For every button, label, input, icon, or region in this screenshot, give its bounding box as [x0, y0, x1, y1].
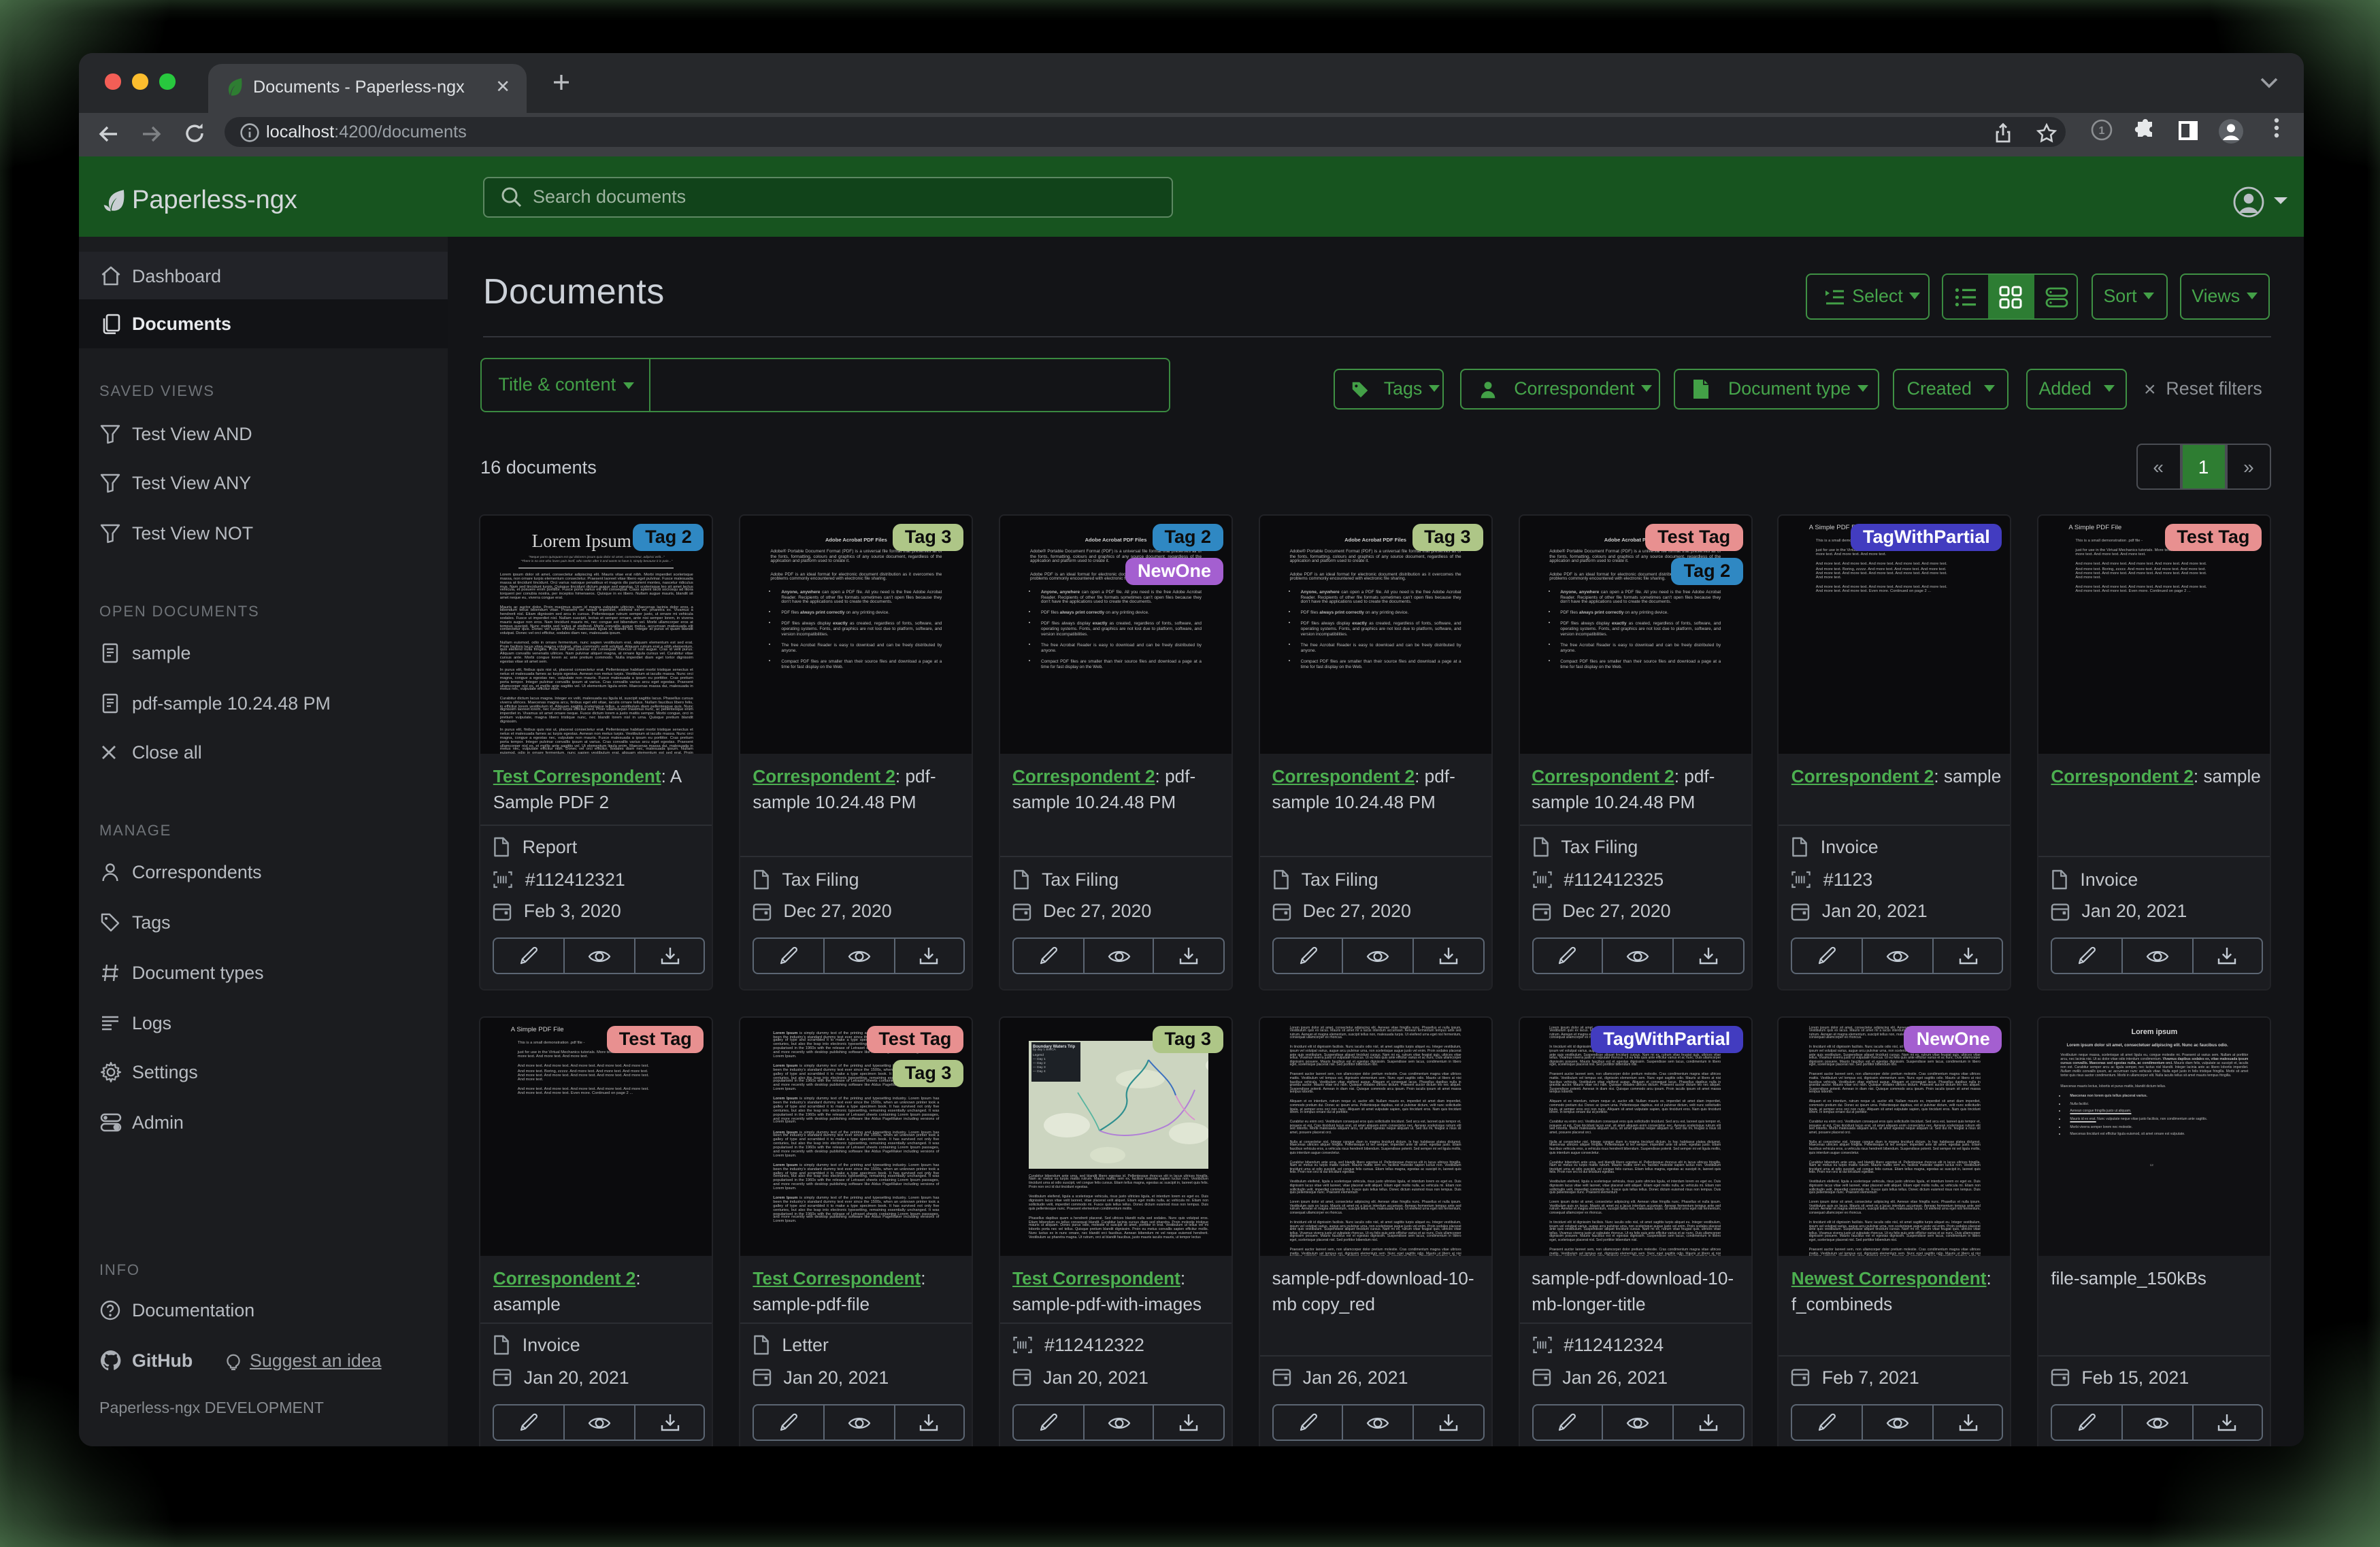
svg-text:1: 1 [2098, 124, 2104, 136]
